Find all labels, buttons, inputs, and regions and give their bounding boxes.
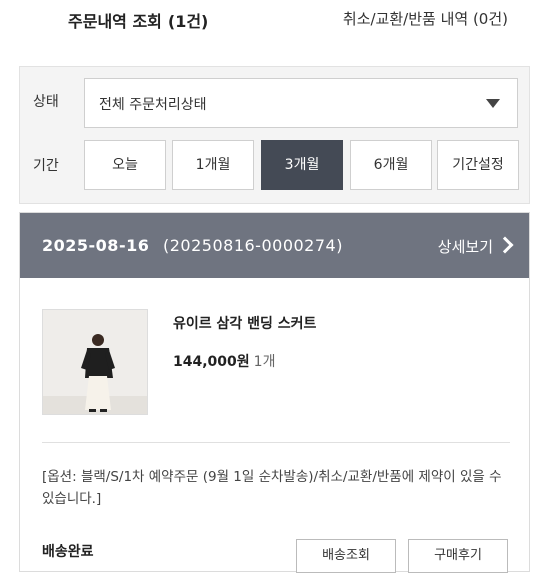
product-quantity: 1개 bbox=[253, 354, 276, 370]
order-detail-label: 상세보기 bbox=[437, 238, 493, 256]
status-select[interactable]: 전체 주문처리상태 bbox=[84, 78, 518, 128]
product-name[interactable]: 유이르 삼각 밴딩 스커트 bbox=[173, 313, 316, 333]
page-header: 주문내역 조회 (1건) 취소/교환/반품 내역 (0건) bbox=[0, 0, 554, 40]
period-button-today[interactable]: 오늘 bbox=[84, 140, 166, 190]
product-thumbnail[interactable] bbox=[42, 309, 148, 415]
period-button-1month[interactable]: 1개월 bbox=[172, 140, 254, 190]
status-select-value: 전체 주문처리상태 bbox=[99, 97, 207, 113]
order-date: 2025-08-16 bbox=[42, 236, 150, 255]
period-button-3months[interactable]: 3개월 bbox=[261, 140, 343, 190]
product-price: 144,000원 bbox=[173, 354, 250, 370]
order-card: 2025-08-16 (20250816-0000274) 상세보기 유이르 삼… bbox=[19, 212, 530, 573]
page-title-text: 주문내역 조회 bbox=[68, 12, 162, 31]
divider bbox=[42, 442, 510, 443]
order-detail-link[interactable]: 상세보기 bbox=[437, 236, 514, 257]
product-photo-icon bbox=[43, 310, 147, 414]
order-header: 2025-08-16 (20250816-0000274) 상세보기 bbox=[20, 213, 529, 278]
period-button-6months[interactable]: 6개월 bbox=[350, 140, 432, 190]
period-button-custom[interactable]: 기간설정 bbox=[437, 140, 519, 190]
order-number: (20250816-0000274) bbox=[163, 236, 343, 255]
chevron-right-icon bbox=[496, 236, 514, 254]
delivery-status: 배송완료 bbox=[42, 544, 94, 560]
option-note: [옵션: 블랙/S/1차 예약주문 (9월 1일 순차발송)/취소/교환/반품에… bbox=[42, 469, 502, 507]
track-delivery-button[interactable]: 배송조회 bbox=[296, 539, 396, 573]
write-review-button[interactable]: 구매후기 bbox=[408, 539, 508, 573]
chevron-down-icon bbox=[486, 99, 500, 108]
cancel-exchange-return-link[interactable]: 취소/교환/반품 내역 (0건) bbox=[343, 8, 508, 29]
order-count: (1건) bbox=[167, 12, 209, 31]
period-label: 기간 bbox=[33, 158, 59, 174]
product-price-row: 144,000원 1개 bbox=[173, 351, 275, 371]
filter-panel: 상태 전체 주문처리상태 기간 오늘 1개월 3개월 6개월 기간설정 bbox=[19, 66, 530, 204]
status-label: 상태 bbox=[33, 94, 59, 110]
page-title: 주문내역 조회 (1건) bbox=[68, 8, 208, 32]
